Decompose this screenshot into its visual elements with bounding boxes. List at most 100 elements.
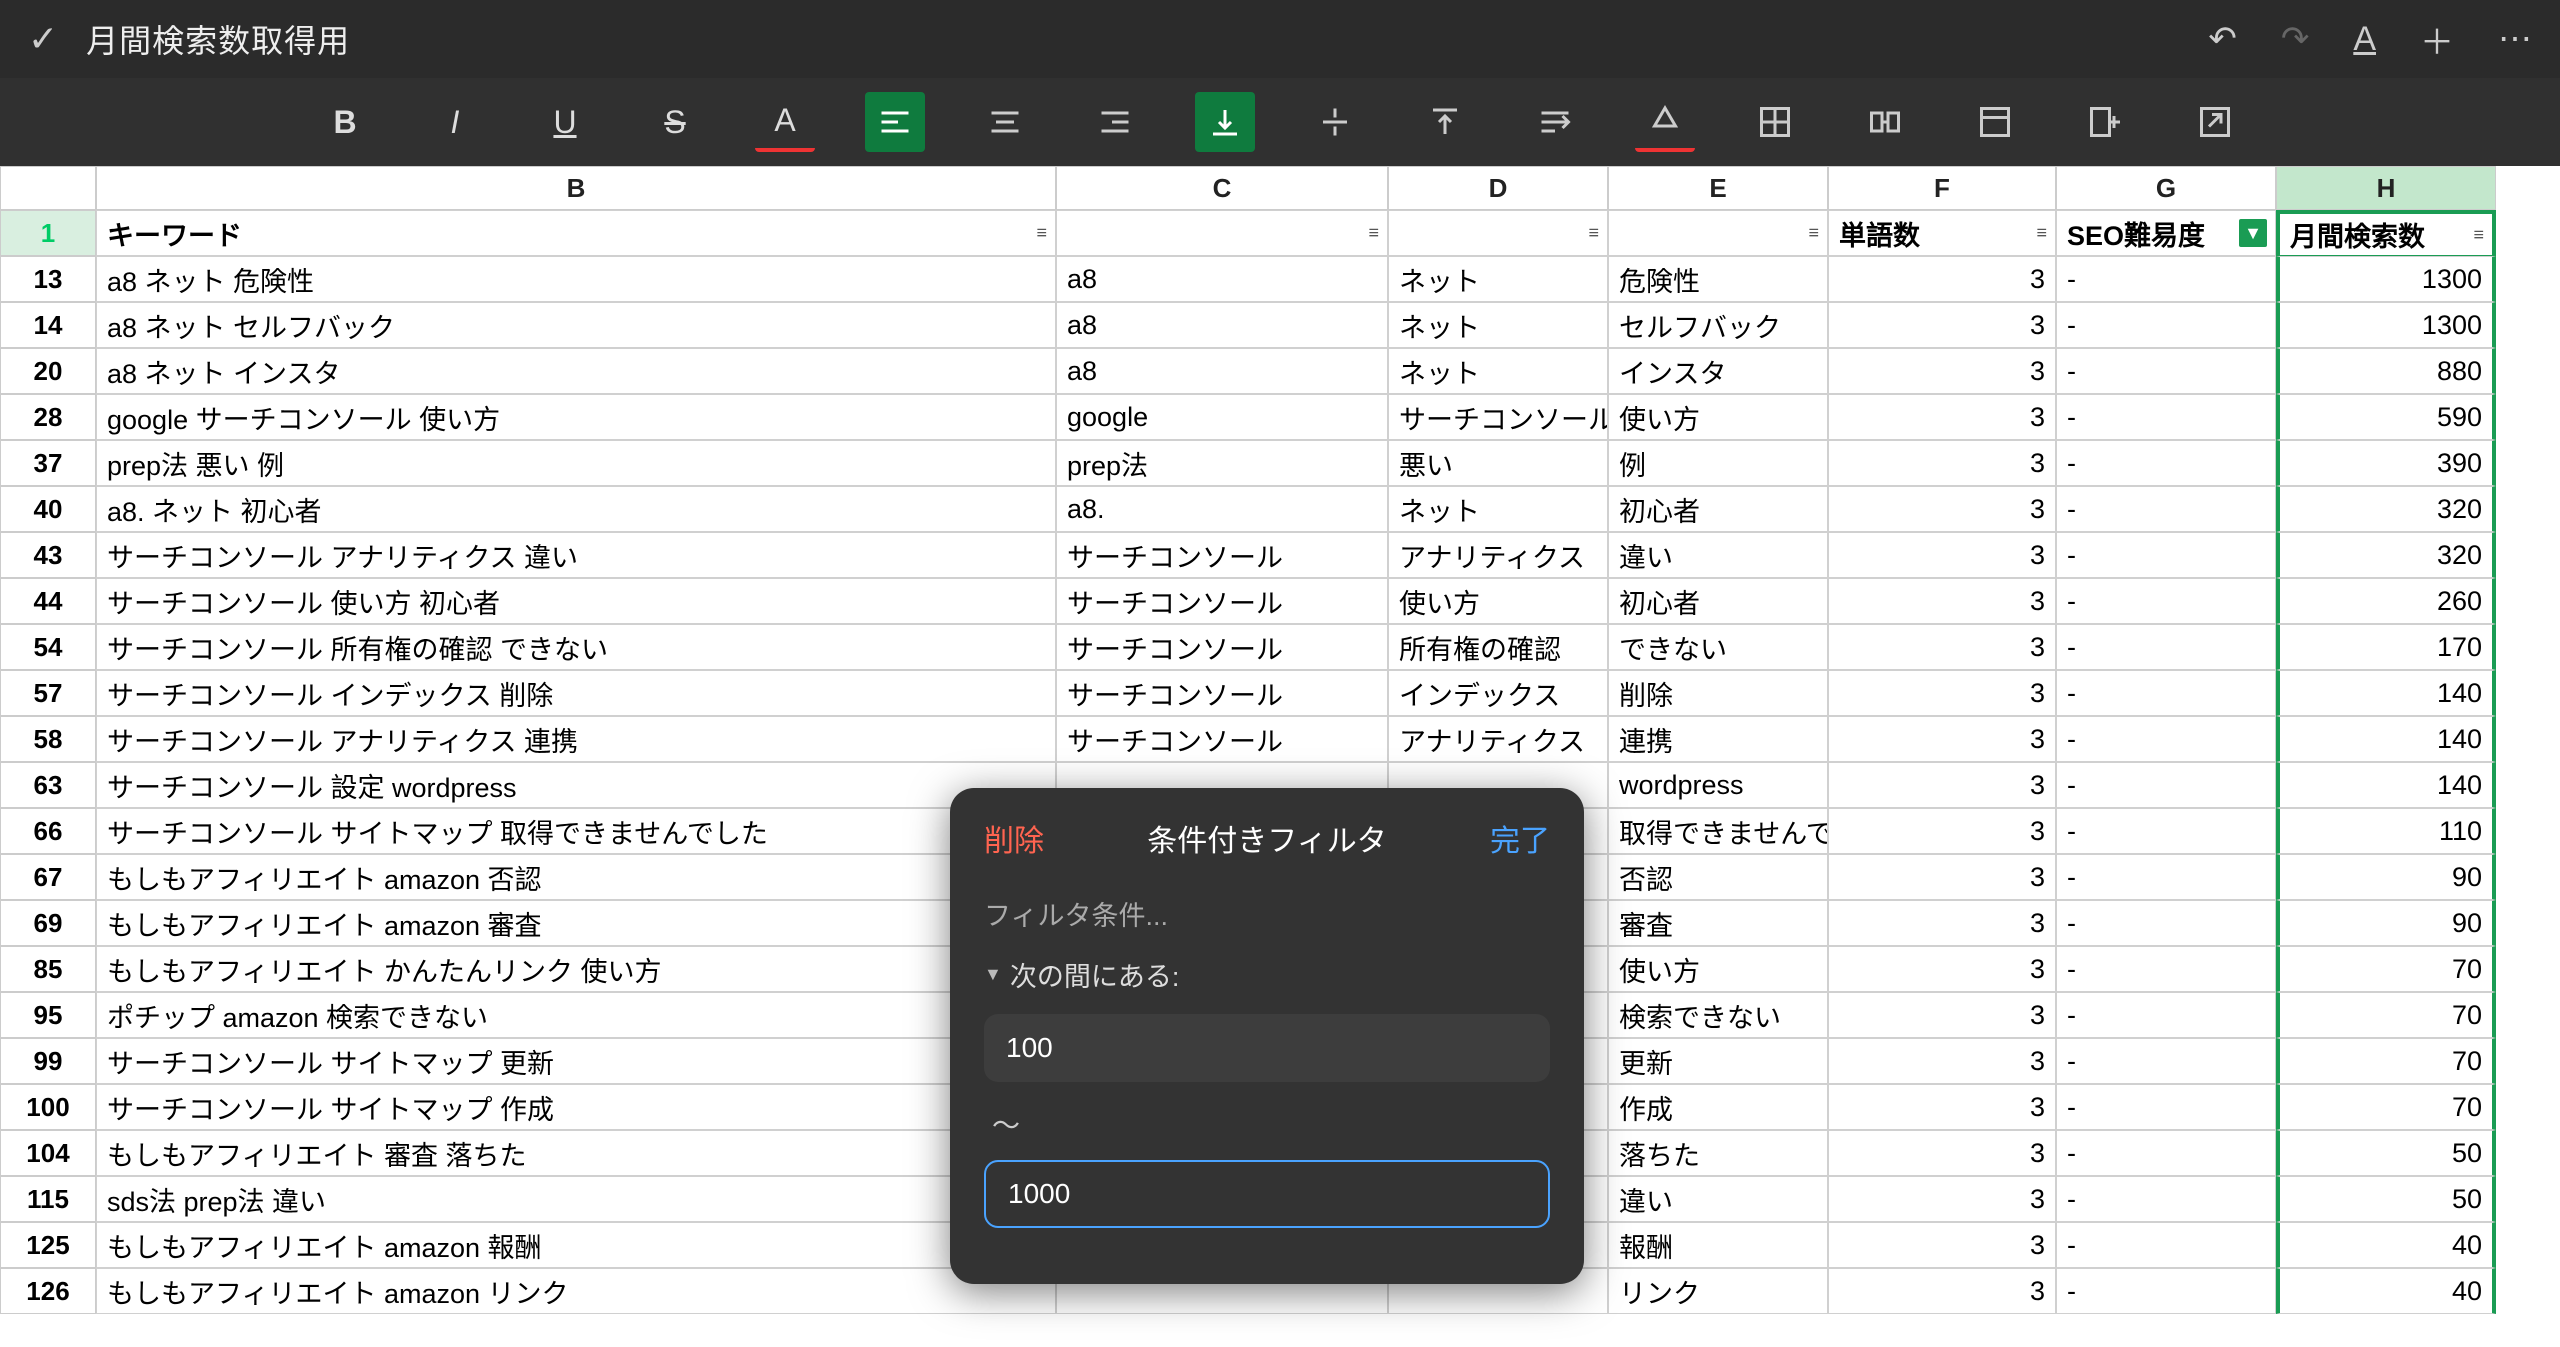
cell-d[interactable]: ネット: [1388, 302, 1608, 348]
cell-keyword[interactable]: サーチコンソール サイトマップ 更新: [96, 1038, 1056, 1084]
cell-difficulty[interactable]: -: [2056, 532, 2276, 578]
col-header-G[interactable]: G: [2056, 166, 2276, 210]
cell-d[interactable]: アナリティクス: [1388, 716, 1608, 762]
row-header[interactable]: 20: [0, 348, 96, 394]
row-header[interactable]: 104: [0, 1130, 96, 1176]
redo-icon[interactable]: ↷: [2281, 19, 2310, 59]
row-header[interactable]: 95: [0, 992, 96, 1038]
cell-difficulty[interactable]: -: [2056, 578, 2276, 624]
cell-wordcount[interactable]: 3: [1828, 808, 2056, 854]
cell-volume[interactable]: 90: [2276, 900, 2496, 946]
wrap-button[interactable]: [1525, 92, 1585, 152]
dialog-done-button[interactable]: 完了: [1490, 816, 1550, 860]
cell-keyword[interactable]: サーチコンソール サイトマップ 作成: [96, 1084, 1056, 1130]
valign-top-button[interactable]: [1415, 92, 1475, 152]
valign-bottom-button[interactable]: [1195, 92, 1255, 152]
cell-keyword[interactable]: サーチコンソール 設定 wordpress: [96, 762, 1056, 808]
cell-c[interactable]: prep法: [1056, 440, 1388, 486]
cell-volume[interactable]: 140: [2276, 670, 2496, 716]
filter-min-input[interactable]: [984, 1014, 1550, 1082]
add-icon[interactable]: ＋: [2420, 15, 2454, 64]
filter-icon[interactable]: ≡: [2036, 223, 2047, 244]
cell-wordcount[interactable]: 3: [1828, 670, 2056, 716]
cell-volume[interactable]: 1300: [2276, 302, 2496, 348]
cell-c[interactable]: a8.: [1056, 486, 1388, 532]
cell-wordcount[interactable]: 3: [1828, 1084, 2056, 1130]
col-header-F[interactable]: F: [1828, 166, 2056, 210]
cell-e[interactable]: 削除: [1608, 670, 1828, 716]
row-header[interactable]: 63: [0, 762, 96, 808]
filter-icon[interactable]: ≡: [1368, 223, 1379, 244]
more-icon[interactable]: ⋯: [2498, 19, 2532, 59]
text-color-button[interactable]: A: [755, 92, 815, 152]
cell-d[interactable]: ネット: [1388, 486, 1608, 532]
cell-d[interactable]: 所有権の確認: [1388, 624, 1608, 670]
cell-c[interactable]: サーチコンソール: [1056, 716, 1388, 762]
cell-e[interactable]: 連携: [1608, 716, 1828, 762]
cell-difficulty[interactable]: -: [2056, 256, 2276, 302]
underline-button[interactable]: U: [535, 92, 595, 152]
cell-d[interactable]: 使い方: [1388, 578, 1608, 624]
cell-volume[interactable]: 140: [2276, 716, 2496, 762]
cell-wordcount[interactable]: 3: [1828, 578, 2056, 624]
cell-c[interactable]: サーチコンソール: [1056, 532, 1388, 578]
cell-volume[interactable]: 70: [2276, 1038, 2496, 1084]
cell-wordcount[interactable]: 3: [1828, 486, 2056, 532]
cell-e[interactable]: 危険性: [1608, 256, 1828, 302]
row-header[interactable]: 57: [0, 670, 96, 716]
row-header[interactable]: 44: [0, 578, 96, 624]
row-header[interactable]: 69: [0, 900, 96, 946]
filter-icon[interactable]: ≡: [1808, 223, 1819, 244]
cell-d[interactable]: ネット: [1388, 348, 1608, 394]
freeze-button[interactable]: [1965, 92, 2025, 152]
cell-volume[interactable]: 40: [2276, 1222, 2496, 1268]
cell-c[interactable]: google: [1056, 394, 1388, 440]
filter-icon[interactable]: ▼: [2239, 219, 2267, 247]
valign-middle-button[interactable]: [1305, 92, 1365, 152]
cell-difficulty[interactable]: -: [2056, 486, 2276, 532]
col-header-C[interactable]: C: [1056, 166, 1388, 210]
cell-wordcount[interactable]: 3: [1828, 854, 2056, 900]
row-header[interactable]: 1: [0, 210, 96, 256]
cell-keyword[interactable]: もしもアフィリエイト かんたんリンク 使い方: [96, 946, 1056, 992]
filter-icon[interactable]: ≡: [1588, 223, 1599, 244]
cell-d[interactable]: 悪い: [1388, 440, 1608, 486]
cell-volume[interactable]: 90: [2276, 854, 2496, 900]
strike-button[interactable]: S: [645, 92, 705, 152]
header-cell-B[interactable]: キーワード≡: [96, 210, 1056, 256]
col-header-B[interactable]: B: [96, 166, 1056, 210]
cell-keyword[interactable]: sds法 prep法 違い: [96, 1176, 1056, 1222]
cell-difficulty[interactable]: -: [2056, 1176, 2276, 1222]
cell-c[interactable]: a8: [1056, 302, 1388, 348]
cell-volume[interactable]: 170: [2276, 624, 2496, 670]
cell-wordcount[interactable]: 3: [1828, 762, 2056, 808]
row-header[interactable]: 66: [0, 808, 96, 854]
cell-e[interactable]: 使い方: [1608, 946, 1828, 992]
cell-volume[interactable]: 50: [2276, 1130, 2496, 1176]
cell-e[interactable]: 更新: [1608, 1038, 1828, 1084]
row-header[interactable]: 126: [0, 1268, 96, 1314]
cell-keyword[interactable]: a8. ネット 初心者: [96, 486, 1056, 532]
cell-keyword[interactable]: サーチコンソール 使い方 初心者: [96, 578, 1056, 624]
borders-button[interactable]: [1745, 92, 1805, 152]
row-header[interactable]: 14: [0, 302, 96, 348]
cell-wordcount[interactable]: 3: [1828, 1130, 2056, 1176]
cell-d[interactable]: サーチコンソール: [1388, 394, 1608, 440]
cell-keyword[interactable]: サーチコンソール アナリティクス 連携: [96, 716, 1056, 762]
cell-wordcount[interactable]: 3: [1828, 256, 2056, 302]
row-header[interactable]: 85: [0, 946, 96, 992]
cell-keyword[interactable]: prep法 悪い 例: [96, 440, 1056, 486]
cell-difficulty[interactable]: -: [2056, 302, 2276, 348]
cell-e[interactable]: 違い: [1608, 1176, 1828, 1222]
cell-d[interactable]: ネット: [1388, 256, 1608, 302]
align-right-button[interactable]: [1085, 92, 1145, 152]
cell-volume[interactable]: 390: [2276, 440, 2496, 486]
italic-button[interactable]: I: [425, 92, 485, 152]
cell-volume[interactable]: 320: [2276, 486, 2496, 532]
cell-difficulty[interactable]: -: [2056, 716, 2276, 762]
cell-volume[interactable]: 140: [2276, 762, 2496, 808]
cell-wordcount[interactable]: 3: [1828, 1038, 2056, 1084]
header-cell-H[interactable]: 月間検索数≡: [2276, 210, 2496, 256]
filter-icon[interactable]: ≡: [2473, 224, 2484, 245]
cell-wordcount[interactable]: 3: [1828, 394, 2056, 440]
